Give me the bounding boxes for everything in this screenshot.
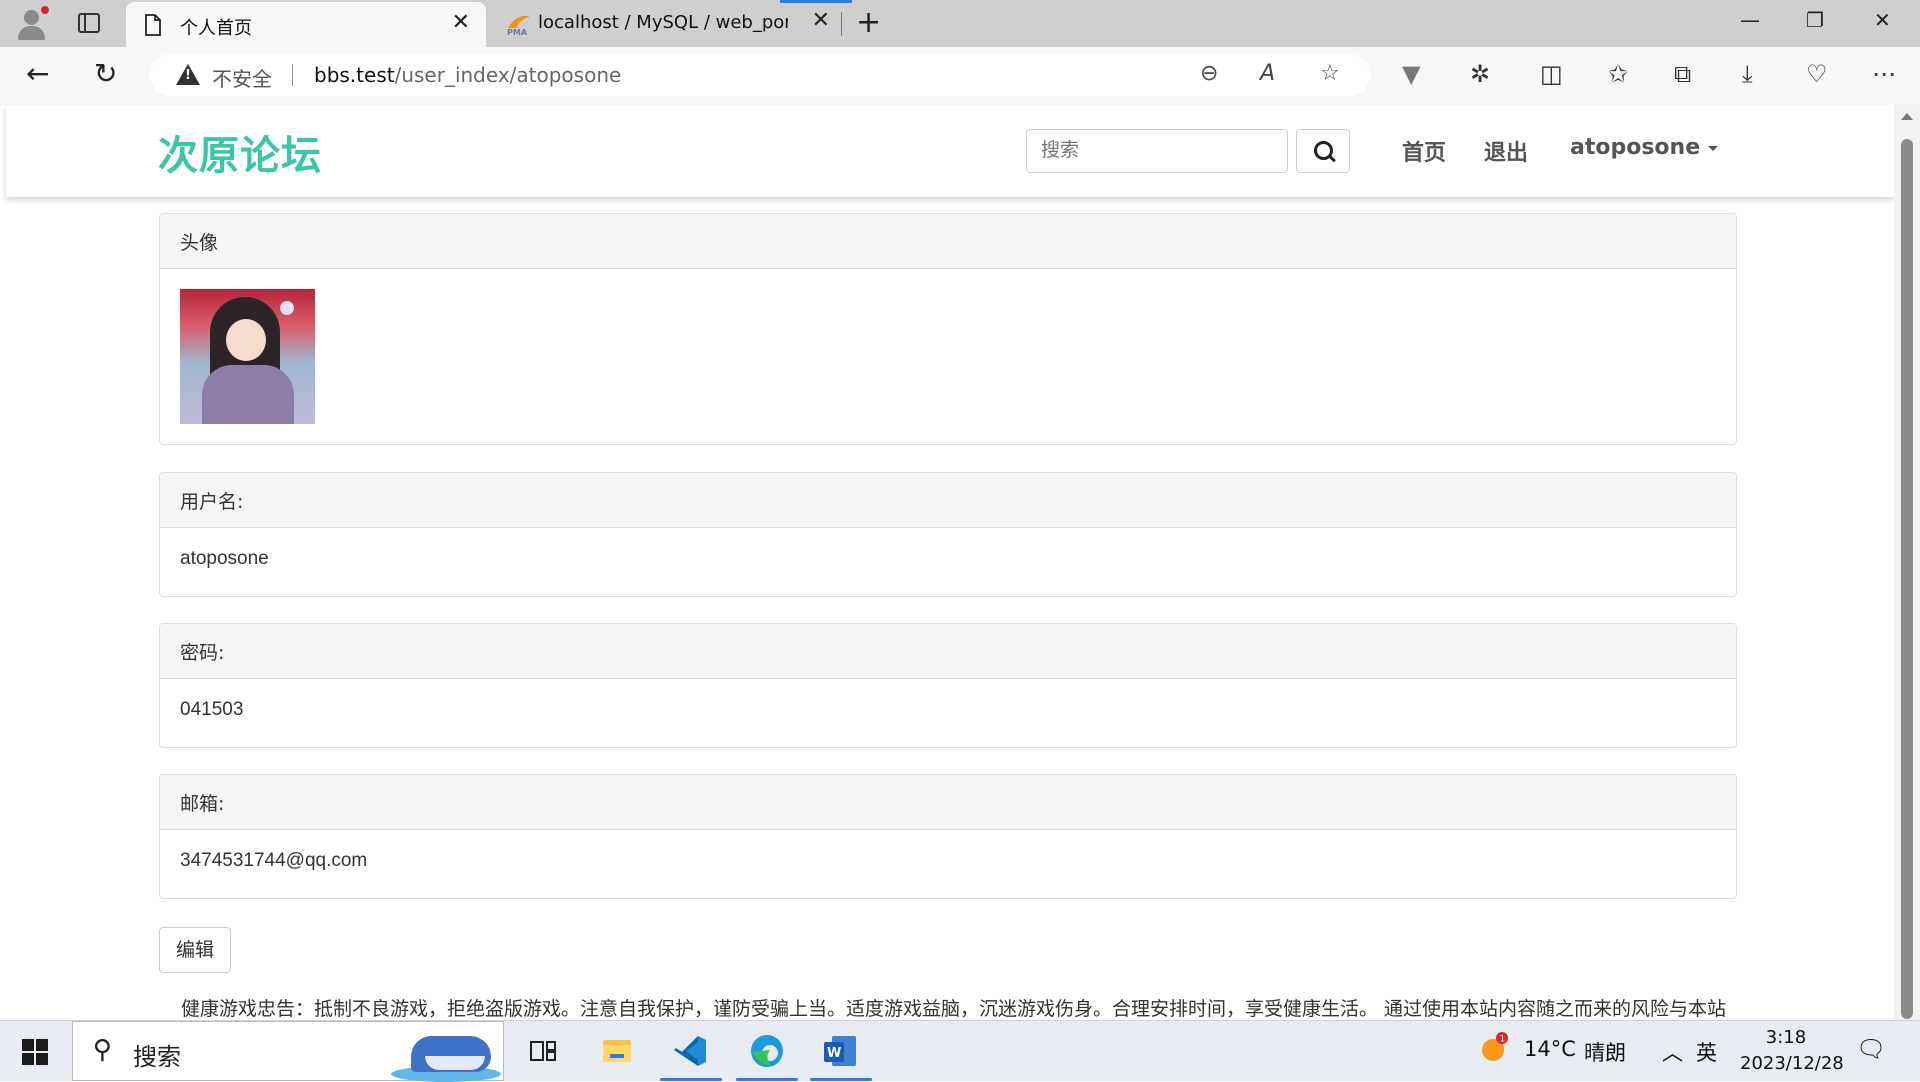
email-heading: 邮箱:	[160, 775, 1736, 830]
task-view-icon[interactable]	[520, 1028, 566, 1074]
email-panel: 邮箱: 3474531744@qq.com	[159, 774, 1737, 899]
password-heading: 密码:	[160, 624, 1736, 679]
file-explorer-icon[interactable]	[594, 1028, 640, 1074]
windows-taskbar: ⚲ 搜索 W 1 14°C 晴朗 ︿ 英 3:18 2023/12/28 🗨	[0, 1020, 1920, 1082]
search-button[interactable]	[1296, 129, 1350, 173]
tab-user-home[interactable]: 个人首页 ✕	[126, 2, 486, 47]
scroll-up-icon[interactable]	[1901, 113, 1913, 120]
tab-title: 个人首页	[180, 18, 252, 39]
tab-phpmyadmin[interactable]: PMA localhost / MySQL / web_portal / ✕	[488, 0, 842, 47]
close-tab-icon[interactable]: ✕	[452, 12, 470, 34]
system-clock[interactable]: 3:18 2023/12/28	[1740, 1025, 1844, 1077]
browser-toolbar: ← ↻ 不安全 bbs.test/user_index/atoposone ⊖ …	[0, 47, 1920, 106]
avatar-panel-body	[160, 269, 1736, 444]
restore-icon[interactable]: ❐	[1806, 8, 1824, 32]
collections-icon[interactable]: ⧉	[1674, 61, 1691, 87]
username-heading: 用户名:	[160, 473, 1736, 528]
read-aloud-icon[interactable]: A	[1260, 61, 1275, 86]
divider	[292, 64, 293, 86]
clock-date: 2023/12/28	[1740, 1053, 1844, 1074]
windows-start-icon[interactable]	[22, 1039, 48, 1065]
page-icon	[145, 14, 161, 36]
split-screen-icon[interactable]: ◫	[1540, 61, 1563, 87]
page: 次原论坛 首页 退出 atoposone 头像 用户名: atoposone	[6, 105, 1894, 1020]
page-viewport: 次原论坛 首页 退出 atoposone 头像 用户名: atoposone	[0, 105, 1920, 1020]
site-navbar: 次原论坛 首页 退出 atoposone	[6, 105, 1894, 197]
browser-essentials-icon[interactable]: ♡	[1806, 61, 1828, 87]
warning-icon[interactable]	[176, 64, 200, 85]
ime-indicator[interactable]: 英	[1696, 1037, 1717, 1067]
url-host: bbs.test	[314, 63, 395, 87]
search-icon: ⚲	[93, 1035, 113, 1065]
search-input[interactable]	[1026, 129, 1288, 173]
search-highlight-whale-icon	[391, 1026, 501, 1082]
downloads-icon[interactable]: ⤓	[1742, 61, 1753, 87]
minimize-icon[interactable]: —	[1740, 8, 1760, 32]
url-text[interactable]: bbs.test/user_index/atoposone	[314, 63, 621, 87]
url-path: /user_index/atoposone	[394, 63, 622, 87]
nav-logout-link[interactable]: 退出	[1484, 135, 1528, 167]
new-tab-icon[interactable]: +	[856, 6, 881, 40]
favorites-icon[interactable]: ✩	[1608, 61, 1628, 87]
security-label[interactable]: 不安全	[212, 63, 272, 92]
vscode-icon[interactable]	[660, 1028, 722, 1081]
show-hidden-icons-chevron-icon[interactable]: ︿	[1662, 1037, 1683, 1067]
word-icon[interactable]: W	[810, 1028, 872, 1081]
svg-text:W: W	[827, 1046, 841, 1061]
clock-time: 3:18	[1765, 1027, 1807, 1048]
vue-devtools-icon[interactable]: ▼	[1402, 61, 1420, 87]
extensions-icon[interactable]: ✲	[1470, 61, 1490, 87]
favorite-star-icon[interactable]: ☆	[1320, 61, 1340, 86]
avatar-heading: 头像	[160, 214, 1736, 269]
edit-button[interactable]: 编辑	[159, 927, 231, 973]
nav-home-link[interactable]: 首页	[1402, 135, 1446, 167]
address-bar[interactable]: 不安全 bbs.test/user_index/atoposone ⊖ A ☆	[150, 54, 1370, 96]
phpmyadmin-icon: PMA	[507, 15, 530, 36]
window-close-icon[interactable]: ✕	[1874, 8, 1891, 32]
password-panel: 密码: 041503	[159, 623, 1737, 748]
avatar-panel: 头像	[159, 213, 1737, 445]
avatar	[180, 289, 315, 424]
scroll-thumb[interactable]	[1901, 139, 1913, 1019]
tab-title: localhost / MySQL / web_portal /	[538, 12, 788, 33]
notification-center-icon[interactable]: 🗨	[1856, 1035, 1886, 1063]
more-menu-icon[interactable]: ⋯	[1872, 61, 1896, 87]
site-brand[interactable]: 次原论坛	[158, 123, 322, 181]
user-dropdown[interactable]: atoposone	[1570, 135, 1719, 160]
footer-health-notice: 健康游戏忠告：抵制不良游戏，拒绝盗版游戏。注意自我保护，谨防受骗上当。适度游戏益…	[181, 998, 1727, 1020]
password-value: 041503	[180, 699, 244, 720]
taskbar-search-box[interactable]: ⚲ 搜索	[72, 1021, 504, 1082]
profile-icon[interactable]	[14, 6, 50, 42]
username-value: atoposone	[180, 548, 269, 569]
caret-down-icon	[1708, 145, 1719, 151]
refresh-icon[interactable]: ↻	[94, 59, 117, 89]
email-value: 3474531744@qq.com	[180, 850, 368, 871]
username-panel: 用户名: atoposone	[159, 472, 1737, 597]
close-tab-icon[interactable]: ✕	[812, 10, 830, 32]
zoom-icon[interactable]: ⊖	[1200, 61, 1218, 86]
page-scrollbar[interactable]	[1894, 105, 1920, 1020]
svg-text:1: 1	[1500, 1035, 1506, 1045]
weather-label[interactable]: 晴朗	[1584, 1037, 1626, 1067]
browser-tab-strip: 个人首页 ✕ PMA localhost / MySQL / web_porta…	[0, 0, 1920, 47]
edge-icon[interactable]	[736, 1028, 798, 1081]
temperature-label[interactable]: 14°C	[1524, 1037, 1576, 1061]
username-label: atoposone	[1570, 135, 1701, 160]
svg-text:PMA: PMA	[507, 28, 528, 36]
weather-icon[interactable]: 1	[1476, 1031, 1510, 1065]
back-icon[interactable]: ←	[26, 59, 49, 89]
taskbar-search-label: 搜索	[133, 1043, 181, 1071]
tab-actions-icon[interactable]	[78, 13, 100, 33]
tab-divider	[841, 12, 842, 36]
